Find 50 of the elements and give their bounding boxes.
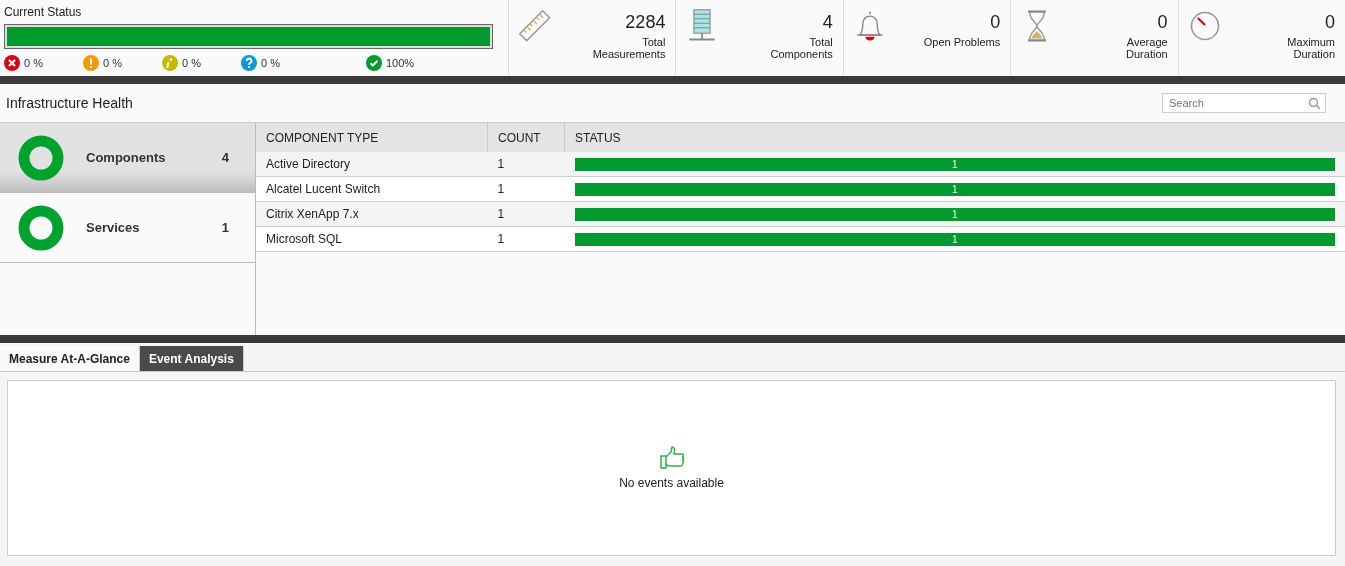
table-cell: Microsoft SQL bbox=[256, 226, 488, 252]
stat-label: Maximum Duration bbox=[1286, 36, 1336, 60]
status-percent: 100% bbox=[386, 57, 415, 69]
item-count: 4 bbox=[221, 150, 229, 165]
tab[interactable]: Measure At-A-Glance bbox=[0, 346, 140, 371]
status-bar-fill: 1 bbox=[574, 182, 1335, 196]
critical-icon bbox=[4, 55, 20, 71]
stat-value: 0 bbox=[1325, 12, 1336, 33]
question-icon bbox=[241, 55, 257, 71]
table-cell: Alcatel Lucent Switch bbox=[256, 176, 488, 202]
stat-value: 0 bbox=[990, 12, 1001, 33]
sidebar-item[interactable]: Services 1 bbox=[0, 193, 255, 263]
warning-icon bbox=[83, 55, 99, 71]
status-percent: 0 % bbox=[261, 57, 280, 69]
status-bar-fill: 1 bbox=[574, 207, 1335, 221]
stat-label: Total Measurements bbox=[591, 36, 666, 60]
ruler-icon bbox=[517, 8, 553, 44]
empty-message: No events available bbox=[619, 476, 724, 490]
stat-label: Average Duration bbox=[1125, 36, 1168, 60]
item-count: 1 bbox=[221, 220, 229, 235]
search-field[interactable]: Search bbox=[1162, 93, 1326, 113]
item-label: Services bbox=[86, 220, 141, 235]
section-title: Infrastructure Health bbox=[6, 95, 133, 111]
tab[interactable]: Event Analysis bbox=[139, 346, 244, 371]
status-bar-fill: 1 bbox=[574, 157, 1335, 171]
stat-label: Total Components bbox=[769, 36, 833, 60]
status-percent: 0 % bbox=[103, 57, 122, 69]
panel-title: Current Status bbox=[4, 5, 82, 19]
status-bar-fill: 1 bbox=[574, 232, 1335, 246]
column-header: STATUS bbox=[564, 123, 1345, 152]
stat-label: Open Problems bbox=[923, 36, 1001, 48]
item-label: Components bbox=[86, 150, 167, 165]
column-header: COUNT bbox=[487, 123, 565, 152]
table-cell: 1 bbox=[487, 152, 565, 177]
search-icon bbox=[1308, 96, 1321, 110]
status-percent: 0 % bbox=[24, 57, 43, 69]
stat-value: 4 bbox=[822, 12, 833, 33]
donut-icon bbox=[18, 204, 64, 251]
stat-value: 2284 bbox=[625, 12, 666, 33]
table-cell: Active Directory bbox=[256, 152, 488, 177]
thumbs-up-icon bbox=[658, 446, 685, 470]
info-icon bbox=[162, 55, 178, 71]
column-header: COMPONENT TYPE bbox=[256, 123, 488, 152]
stat-value: 0 bbox=[1157, 12, 1168, 33]
donut-icon bbox=[18, 134, 64, 181]
status-percent: 0 % bbox=[182, 57, 201, 69]
search-input[interactable]: Search bbox=[1167, 96, 1308, 110]
table-cell: Citrix XenApp 7.x bbox=[256, 201, 488, 227]
check-icon bbox=[366, 55, 382, 71]
sidebar-item[interactable]: Components 4 bbox=[0, 123, 255, 193]
